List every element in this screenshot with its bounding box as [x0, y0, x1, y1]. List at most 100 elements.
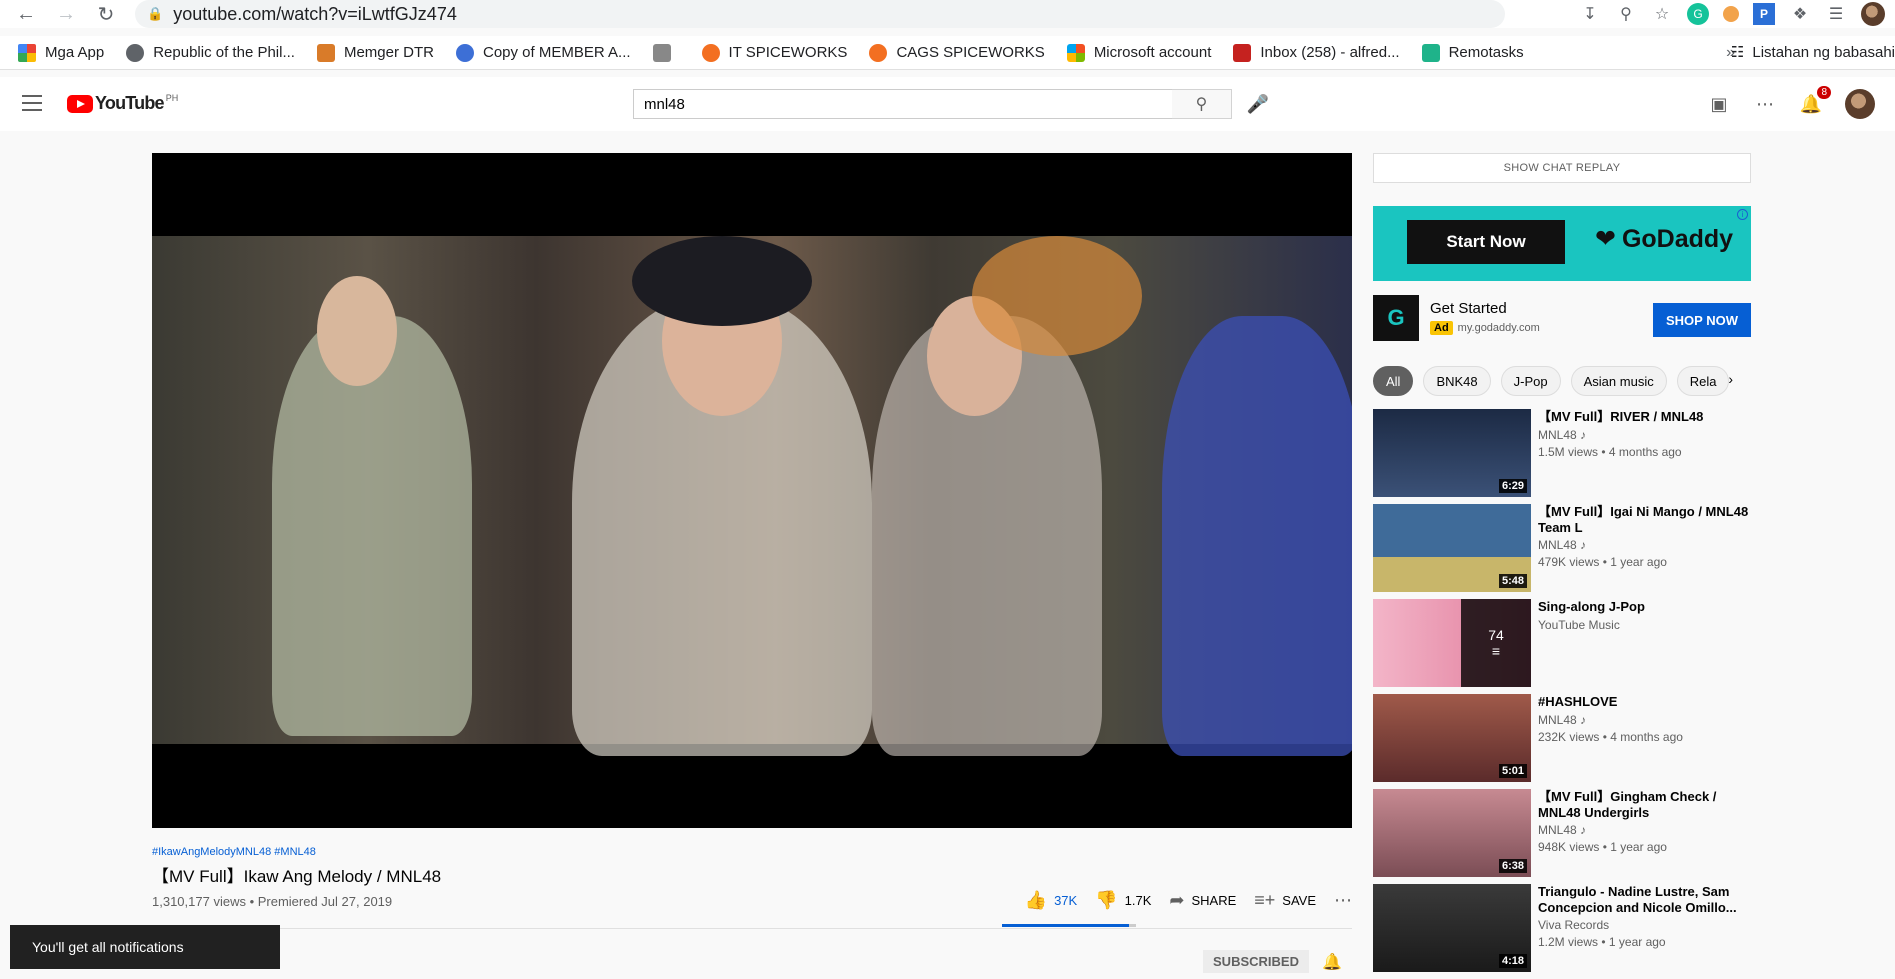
bookmark-remotasks[interactable]: Remotasks	[1421, 43, 1524, 62]
search-button[interactable]: ⚲	[1172, 89, 1232, 119]
rec-item[interactable]: 74 ≡ Sing-along J-Pop YouTube Music	[1373, 599, 1751, 694]
ad-banner[interactable]: Start Now ❤ GoDaddy i	[1373, 206, 1751, 281]
show-chat-replay-button[interactable]: SHOW CHAT REPLAY	[1373, 153, 1751, 183]
bell-icon[interactable]: 🔔 8	[1799, 86, 1831, 116]
rec-title[interactable]: 【MV Full】Gingham Check / MNL48 Undergirl…	[1538, 789, 1750, 821]
rec-item[interactable]: 5:01 #HASHLOVE MNL48 ♪ 232K views • 4 mo…	[1373, 694, 1751, 789]
rec-item[interactable]: 6:29 【MV Full】RIVER / MNL48 MNL48 ♪ 1.5M…	[1373, 409, 1751, 504]
search-icon: ⚲	[1195, 96, 1208, 113]
menu-icon[interactable]	[22, 95, 42, 111]
p-extension-icon[interactable]: P	[1753, 3, 1775, 25]
media-icon[interactable]: ☰	[1825, 3, 1847, 25]
like-button[interactable]: 👍 37K	[1025, 890, 1078, 911]
search-input[interactable]: mnl48	[633, 89, 1173, 119]
back-icon[interactable]: ←	[12, 0, 40, 28]
chevron-right-icon[interactable]: ›	[1728, 371, 1733, 387]
rec-item[interactable]: 6:38 【MV Full】Gingham Check / MNL48 Unde…	[1373, 789, 1751, 884]
peach-extension-icon[interactable]	[1723, 6, 1739, 22]
save-playlist-icon: ≡+	[1254, 890, 1276, 910]
star-icon[interactable]: ☆	[1651, 3, 1673, 25]
rec-thumbnail[interactable]: 6:38	[1373, 789, 1531, 877]
save-button[interactable]: ≡+ SAVE	[1254, 890, 1316, 911]
grammarly-icon[interactable]: G	[1687, 3, 1709, 25]
bookmark-it-spiceworks[interactable]: IT SPICEWORKS	[701, 43, 847, 62]
rec-title[interactable]: Triangulo - Nadine Lustre, Sam Concepcio…	[1538, 884, 1750, 916]
duration-badge: 6:29	[1498, 479, 1527, 493]
apps-icon[interactable]: ⋯	[1753, 92, 1777, 116]
rec-channel[interactable]: Viva Records	[1538, 918, 1609, 932]
rec-title[interactable]: 【MV Full】Igai Ni Mango / MNL48 Team L	[1538, 504, 1750, 536]
ad-badge: Ad	[1430, 321, 1453, 335]
reload-icon[interactable]: ↻	[92, 0, 120, 28]
shop-now-button[interactable]: SHOP NOW	[1653, 303, 1751, 337]
share-button[interactable]: ➦ SHARE	[1169, 890, 1236, 911]
sentiment-fill	[1002, 924, 1130, 927]
create-video-icon[interactable]: ▣	[1707, 92, 1731, 116]
bookmark-nf[interactable]	[652, 43, 680, 62]
video-meta: 1,310,177 views • Premiered Jul 27, 2019	[152, 894, 393, 909]
chip-related[interactable]: Rela	[1676, 366, 1730, 396]
rec-meta: 479K views • 1 year ago	[1538, 555, 1667, 569]
dislike-button[interactable]: 👎 1.7K	[1095, 890, 1151, 911]
bookmark-microsoft[interactable]: Microsoft account	[1066, 43, 1211, 62]
video-frame	[152, 236, 1352, 756]
ad-start-now[interactable]: Start Now	[1407, 220, 1565, 264]
chip-all[interactable]: All	[1373, 366, 1414, 396]
youtube-logo[interactable]: YouTube PH	[67, 93, 178, 114]
spiceworks-icon	[869, 43, 888, 62]
rec-title[interactable]: #HASHLOVE	[1538, 694, 1750, 710]
reading-list[interactable]: ☷ Listahan ng babasahi	[1731, 43, 1895, 62]
filter-chips: All BNK48 J-Pop Asian music Rela ›	[1373, 365, 1751, 397]
notification-badge: 8	[1817, 86, 1831, 99]
video-player[interactable]	[152, 153, 1352, 828]
rec-thumbnail[interactable]: 6:29	[1373, 409, 1531, 497]
notification-toast: You'll get all notifications	[10, 925, 280, 969]
ad-card[interactable]: G Get Started Ad my.godaddy.com SHOP NOW	[1373, 295, 1751, 341]
subscribed-button[interactable]: SUBSCRIBED	[1203, 950, 1309, 973]
rec-channel[interactable]: MNL48 ♪	[1538, 823, 1586, 837]
bookmark-cags-spiceworks[interactable]: CAGS SPICEWORKS	[869, 43, 1045, 62]
puzzle-icon[interactable]: ❖	[1789, 3, 1811, 25]
notification-bell-icon[interactable]: 🔔	[1322, 952, 1342, 972]
chip-bnk48[interactable]: BNK48	[1423, 366, 1491, 396]
microsoft-icon	[1066, 43, 1085, 62]
header-actions: ▣ ⋯ 🔔 8	[1707, 86, 1875, 121]
rec-thumbnail[interactable]: 74 ≡	[1373, 599, 1531, 687]
address-bar[interactable]: 🔒 youtube.com/watch?v=iLwtfGJz474	[135, 0, 1505, 28]
rec-channel[interactable]: YouTube Music	[1538, 618, 1620, 632]
ad-info-icon[interactable]: i	[1737, 209, 1748, 220]
url-text: youtube.com/watch?v=iLwtfGJz474	[173, 3, 457, 24]
rec-title[interactable]: 【MV Full】RIVER / MNL48	[1538, 409, 1750, 425]
rec-thumbnail[interactable]: 5:01	[1373, 694, 1531, 782]
chip-jpop[interactable]: J-Pop	[1500, 366, 1561, 396]
rec-channel[interactable]: MNL48 ♪	[1538, 713, 1586, 727]
account-avatar[interactable]	[1845, 89, 1875, 119]
globe-icon	[126, 43, 145, 62]
zoom-icon[interactable]: ⚲	[1615, 3, 1637, 25]
bookmark-inbox[interactable]: Inbox (258) - alfred...	[1233, 43, 1400, 62]
install-icon[interactable]: ↧	[1579, 3, 1601, 25]
rec-item[interactable]: 4:18 Triangulo - Nadine Lustre, Sam Conc…	[1373, 884, 1751, 979]
bookmark-apps[interactable]: Mga App	[18, 43, 104, 62]
duration-badge: 5:01	[1498, 764, 1527, 778]
rec-title[interactable]: Sing-along J-Pop	[1538, 599, 1750, 615]
rec-channel[interactable]: MNL48 ♪	[1538, 538, 1586, 552]
profile-avatar[interactable]	[1861, 2, 1885, 26]
bookmark-memger-dtr[interactable]: Memger DTR	[316, 43, 434, 62]
apps-grid-icon	[18, 43, 36, 62]
rec-thumbnail[interactable]: 5:48	[1373, 504, 1531, 592]
share-icon: ➦	[1169, 890, 1185, 910]
chip-asian-music[interactable]: Asian music	[1570, 366, 1667, 396]
more-actions-button[interactable]: ⋯	[1334, 890, 1352, 911]
mail-icon	[1233, 43, 1252, 62]
nf-icon	[652, 43, 671, 62]
rec-channel[interactable]: MNL48 ♪	[1538, 428, 1586, 442]
rec-thumbnail[interactable]: 4:18	[1373, 884, 1531, 972]
rec-meta: 948K views • 1 year ago	[1538, 840, 1667, 854]
rec-item[interactable]: 5:48 【MV Full】Igai Ni Mango / MNL48 Team…	[1373, 504, 1751, 599]
bookmark-member[interactable]: Copy of MEMBER A...	[455, 43, 631, 62]
video-hashtags[interactable]: #IkawAngMelodyMNL48 #MNL48	[152, 846, 1352, 858]
mic-icon[interactable]: 🎤	[1245, 91, 1271, 117]
bookmark-republic[interactable]: Republic of the Phil...	[126, 43, 295, 62]
forward-icon[interactable]: →	[52, 0, 80, 28]
